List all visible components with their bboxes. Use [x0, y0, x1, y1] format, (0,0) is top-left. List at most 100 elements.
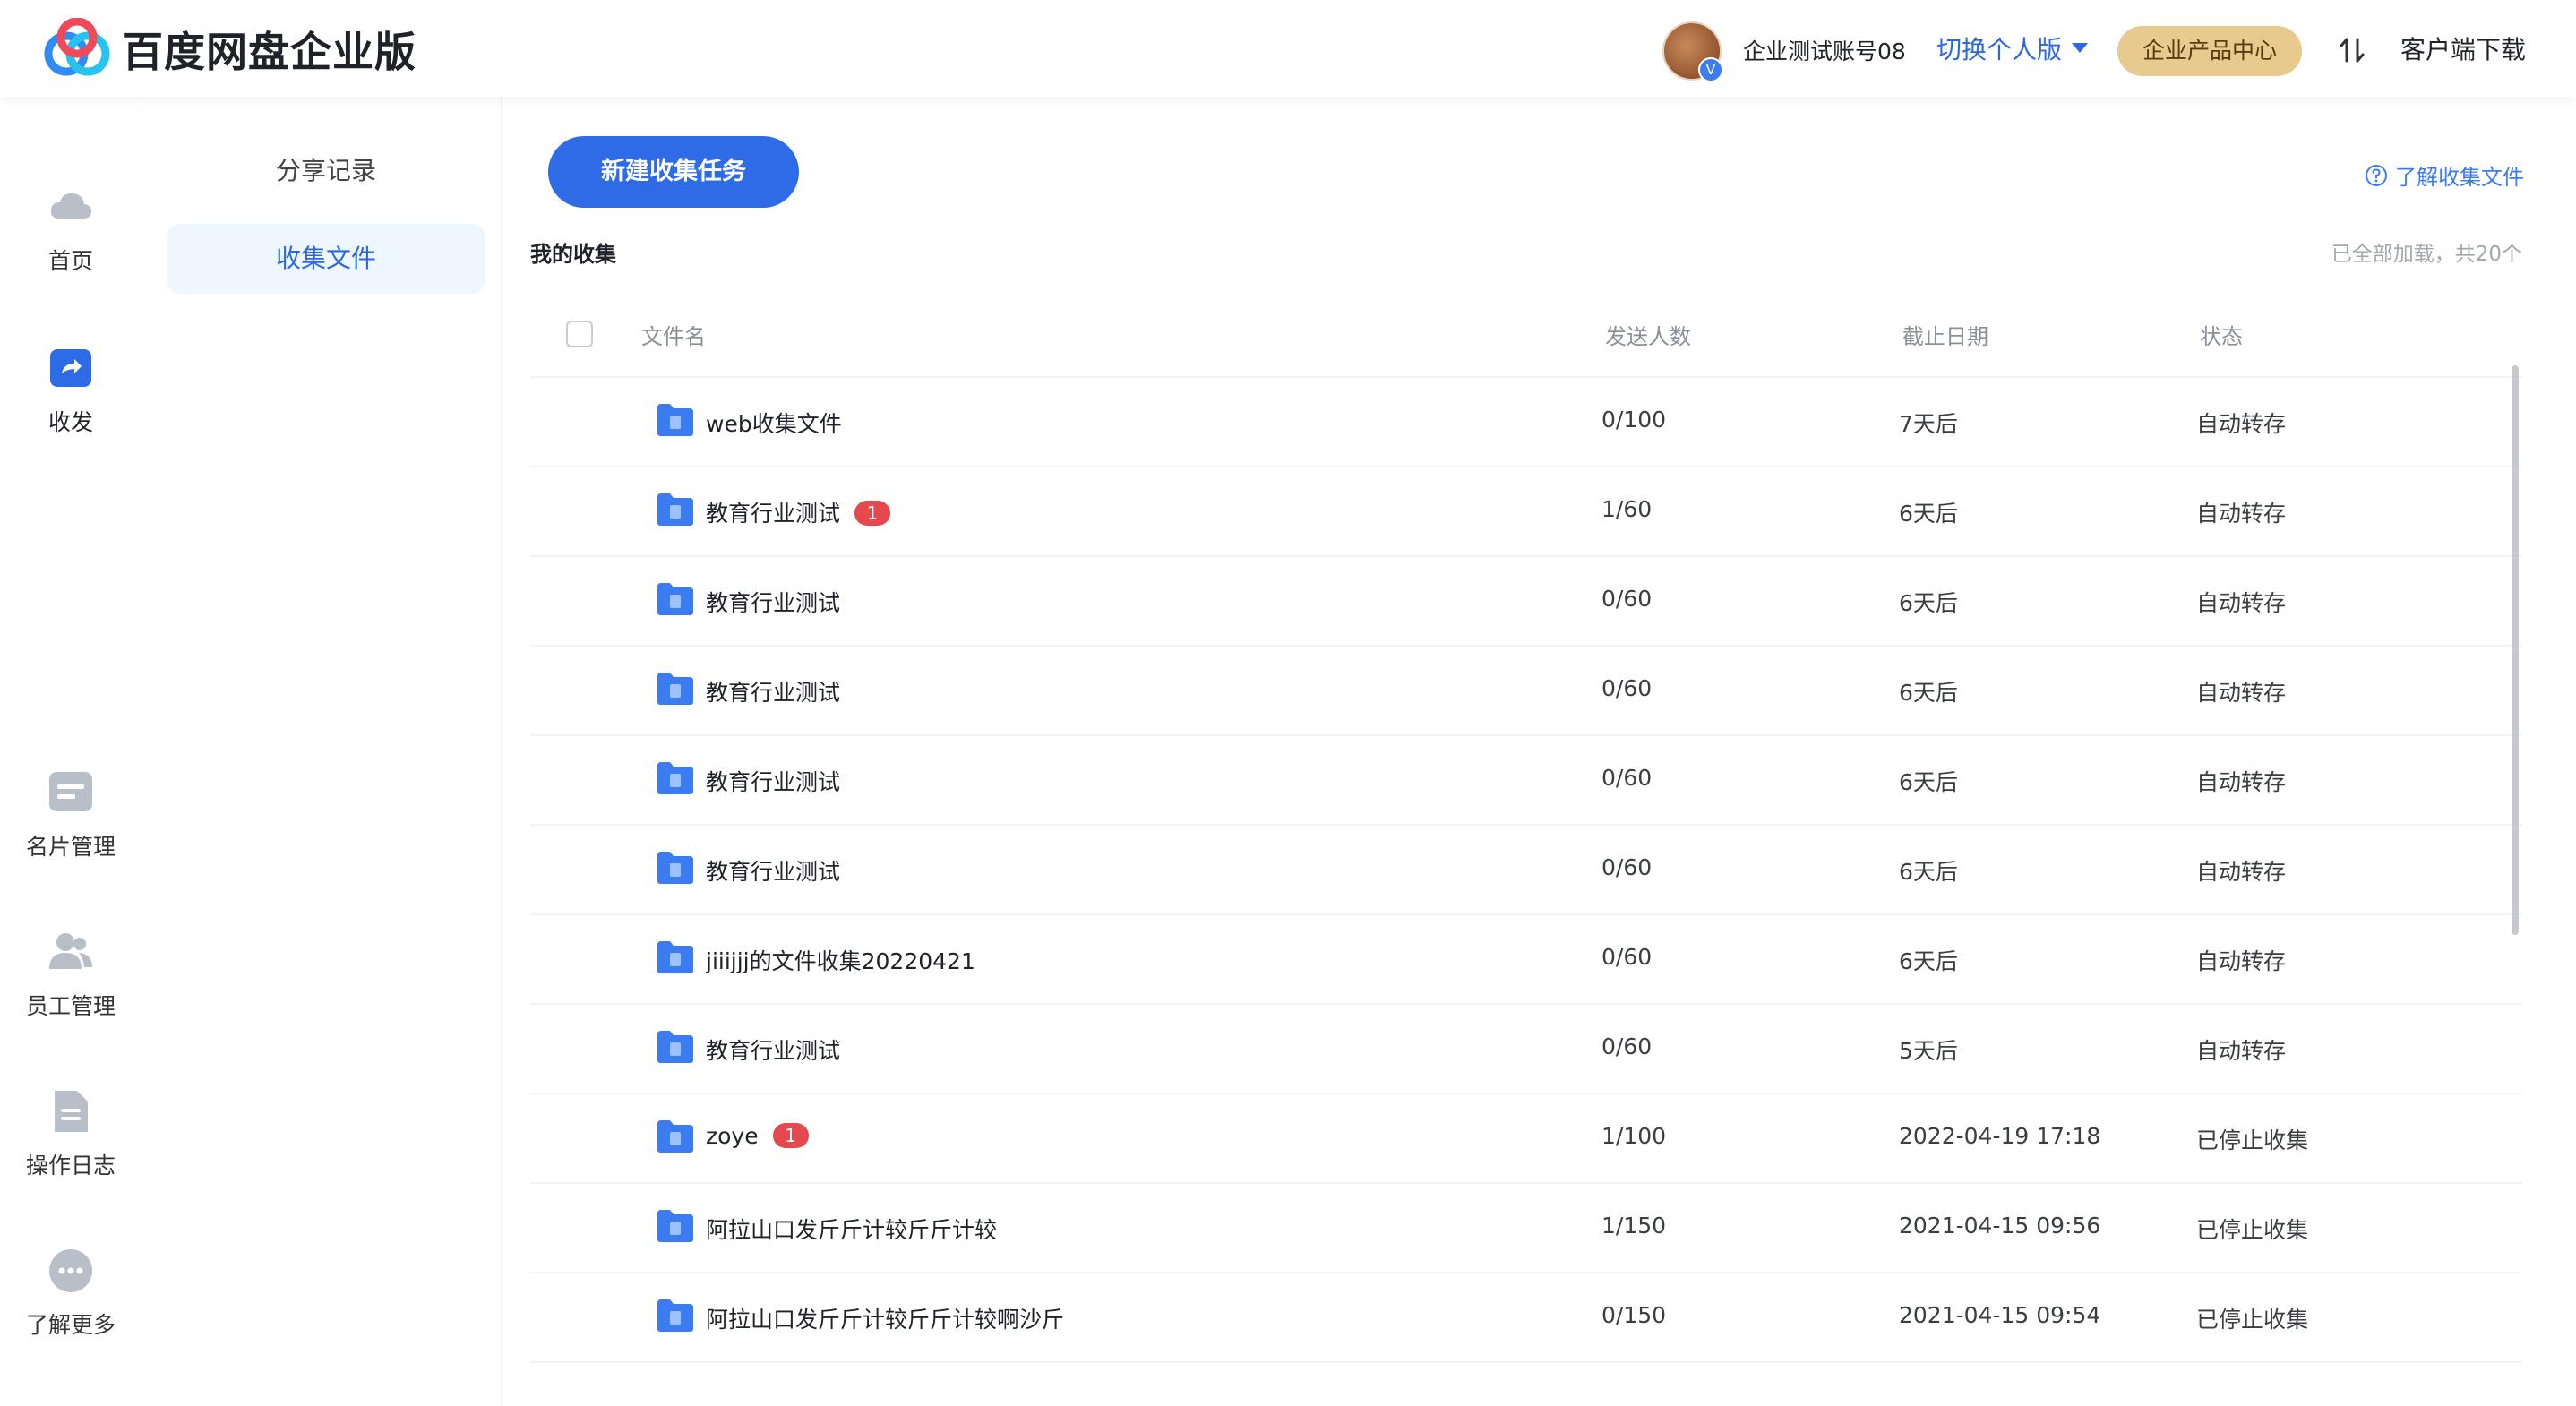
table-row[interactable]: 教育行业测试 0/60 5天后 自动转存: [530, 1003, 2522, 1094]
table-row[interactable]: 教育行业测试 0/60 6天后 自动转存: [530, 645, 2522, 736]
account-name[interactable]: 企业测试账号08: [1743, 34, 1906, 66]
senders-count: 0/60: [1601, 765, 1653, 791]
file-name[interactable]: 阿拉山口发斤斤计较斤斤计较: [706, 1213, 997, 1245]
card-icon: [49, 772, 92, 811]
subnav-item-collect-files[interactable]: 收集文件: [167, 224, 485, 294]
learn-collect-link[interactable]: 了解收集文件: [2365, 159, 2524, 191]
senders-count: 0/100: [1601, 407, 1667, 433]
client-download-link[interactable]: 客户端下载: [2400, 30, 2526, 66]
file-name-text: 教育行业测试: [706, 501, 841, 527]
file-name-text: 阿拉山口发斤斤计较斤斤计较: [706, 1217, 998, 1243]
deadline: 2021-04-15 09:56: [1899, 1213, 2101, 1239]
file-name[interactable]: jiiijjj的文件收集20220421: [706, 944, 975, 976]
senders-count: 0/60: [1601, 675, 1653, 701]
table-row[interactable]: 阿拉山口发斤斤计较斤斤计较 1/150 2021-04-15 09:56 已停止…: [530, 1182, 2522, 1273]
users-icon: [49, 933, 92, 969]
file-name-text: 教育行业测试: [706, 590, 841, 616]
top-header: 百度网盘企业版 V 企业测试账号08 切换个人版 企业产品中心 客户端下载: [0, 0, 2576, 97]
file-name[interactable]: 教育行业测试: [706, 854, 840, 887]
file-name-text: 教育行业测试: [706, 680, 841, 706]
subnav-item-share-records[interactable]: 分享记录: [167, 136, 485, 206]
rail-item-logs[interactable]: 操作日志: [0, 1087, 142, 1180]
file-name[interactable]: 阿拉山口发斤斤计较斤斤计较啊沙斤斤: [706, 1302, 1064, 1334]
log-icon: [55, 1091, 88, 1132]
rail-item-more[interactable]: 了解更多: [0, 1247, 142, 1340]
senders-count: 1/100: [1601, 1123, 1667, 1149]
product-center-button[interactable]: 企业产品中心: [2117, 26, 2302, 76]
file-name[interactable]: 教育行业测试 1: [706, 496, 891, 528]
file-name[interactable]: 教育行业测试: [706, 1033, 840, 1066]
status-text: 已停止收集: [2196, 1217, 2309, 1243]
share-icon: [50, 349, 91, 387]
senders-count: 0/60: [1601, 586, 1653, 612]
file-name[interactable]: zoye 1: [706, 1123, 809, 1150]
folder-icon: [657, 583, 693, 615]
column-header-senders: 发送人数: [1605, 324, 1691, 349]
deadline: 2022-04-19 17:18: [1899, 1123, 2101, 1149]
table-row[interactable]: web收集文件 0/100 7天后 自动转存: [530, 376, 2522, 467]
folder-icon: [657, 493, 693, 526]
status-text: 已停止收集: [2196, 1307, 2309, 1333]
status-text: 自动转存: [2196, 769, 2287, 795]
rail-item-home[interactable]: 首页: [0, 183, 142, 276]
rail-label: 首页: [47, 248, 93, 274]
senders-count: 1/60: [1601, 496, 1653, 522]
file-name-text: web收集文件: [706, 411, 842, 437]
column-header-name[interactable]: 文件名: [641, 319, 706, 350]
table-row[interactable]: zoye 1 1/100 2022-04-19 17:18 已停止收集: [530, 1093, 2522, 1184]
vertical-scrollbar[interactable]: [2512, 365, 2519, 935]
column-header-deadline: 截止日期: [1902, 324, 1988, 349]
senders-count: 0/60: [1601, 944, 1653, 970]
rail-item-staff[interactable]: 员工管理: [0, 928, 142, 1021]
file-name[interactable]: web收集文件: [706, 407, 842, 439]
table-row[interactable]: 教育行业测试 1 1/60 6天后 自动转存: [530, 466, 2522, 557]
left-rail: 首页 收发 名片管理 员工管理 操作日志 了解更多: [0, 97, 142, 1406]
rail-item-cards[interactable]: 名片管理: [0, 768, 142, 862]
folder-icon: [657, 941, 693, 973]
baidu-netdisk-logo[interactable]: [39, 18, 115, 79]
help-icon: [2366, 164, 2387, 186]
table-row[interactable]: jiiijjj的文件收集20220421 0/60 6天后 自动转存: [530, 913, 2522, 1005]
file-name-text: zoye: [706, 1123, 759, 1149]
caret-down-icon[interactable]: [2072, 43, 2088, 53]
deadline: 7天后: [1899, 411, 1958, 437]
deadline: 6天后: [1899, 680, 1958, 706]
status-text: 自动转存: [2196, 680, 2287, 706]
status-text: 自动转存: [2196, 859, 2287, 885]
deadline: 6天后: [1899, 859, 1958, 885]
file-name[interactable]: 教育行业测试: [706, 675, 840, 707]
status-text: 自动转存: [2196, 948, 2287, 974]
status-text: 自动转存: [2196, 590, 2287, 616]
folder-icon: [657, 673, 693, 705]
learn-collect-label: 了解收集文件: [2395, 165, 2524, 190]
table-row[interactable]: 教育行业测试 0/60 6天后 自动转存: [530, 734, 2522, 826]
column-header-status: 状态: [2200, 324, 2243, 349]
deadline: 6天后: [1899, 948, 1958, 974]
select-all-checkbox[interactable]: [566, 321, 593, 347]
status-text: 已停止收集: [2196, 1127, 2309, 1153]
switch-personal-button[interactable]: 切换个人版: [1936, 30, 2062, 66]
new-count-badge: 1: [854, 501, 891, 526]
folder-icon: [657, 762, 693, 794]
folder-icon: [657, 1299, 693, 1332]
transfer-icon[interactable]: [2336, 34, 2368, 66]
folder-icon: [657, 1210, 693, 1242]
main-content: 新建收集任务 了解收集文件 我的收集 已全部加载，共20个 文件名 发送人数 截…: [502, 97, 2576, 1406]
folder-icon: [657, 404, 693, 436]
deadline: 6天后: [1899, 590, 1958, 616]
new-collect-task-button[interactable]: 新建收集任务: [548, 136, 799, 208]
folder-icon: [657, 852, 693, 884]
senders-count: 0/60: [1601, 854, 1653, 880]
table-row[interactable]: 教育行业测试 0/60 6天后 自动转存: [530, 555, 2522, 647]
rail-label: 操作日志: [25, 1153, 116, 1179]
secondary-sidebar: 分享记录 收集文件: [142, 97, 502, 1406]
file-name[interactable]: 教育行业测试: [706, 765, 840, 797]
table-row[interactable]: 阿拉山口发斤斤计较斤斤计较啊沙斤斤 0/150 2021-04-15 09:54…: [530, 1272, 2522, 1363]
file-name-text: 阿拉山口发斤斤计较斤斤计较啊沙斤斤: [706, 1307, 1064, 1333]
table-row[interactable]: 教育行业测试 0/60 6天后 自动转存: [530, 824, 2522, 915]
brand-title: 百度网盘企业版: [122, 28, 416, 76]
status-text: 自动转存: [2196, 1038, 2287, 1064]
senders-count: 1/150: [1601, 1213, 1667, 1239]
file-name[interactable]: 教育行业测试: [706, 586, 840, 618]
rail-item-share[interactable]: 收发: [0, 344, 142, 437]
